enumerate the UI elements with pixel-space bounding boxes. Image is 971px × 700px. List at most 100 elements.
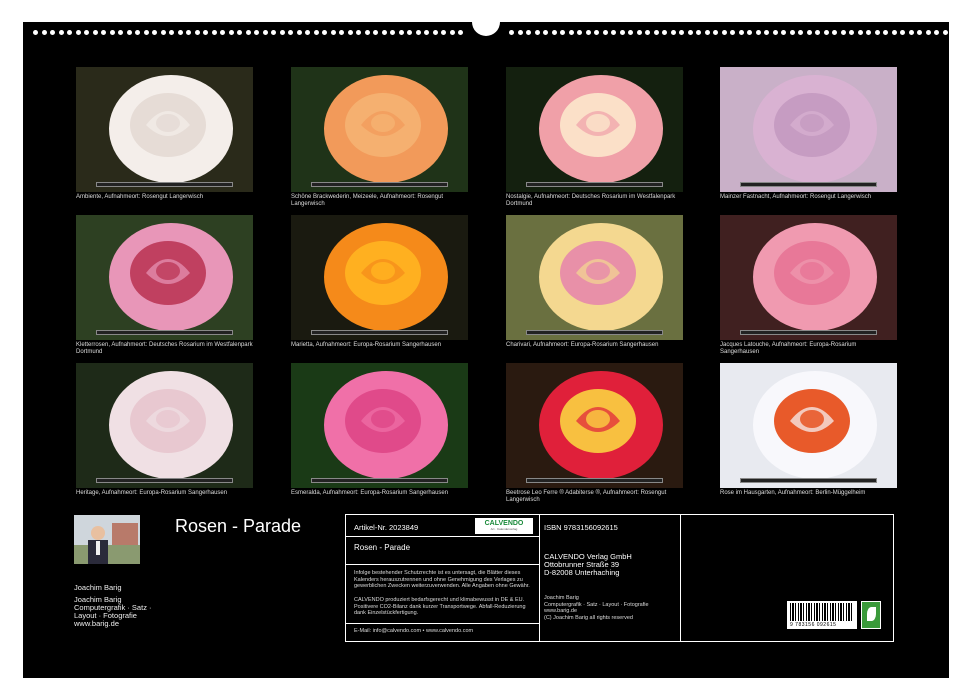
binding-hole	[602, 30, 608, 35]
binding-hole	[721, 30, 727, 35]
binding-hole	[874, 30, 880, 35]
binding-hole	[330, 30, 336, 35]
divider	[346, 536, 539, 537]
binding-hole	[194, 30, 200, 35]
binding-hole	[211, 30, 217, 35]
binding-hole	[509, 30, 514, 35]
calendar-back-sheet: Ambiente, Aufnahmeort: Rosengut Langerwi…	[23, 14, 949, 678]
logo-text: CALVENDO	[484, 520, 524, 527]
photo-caption: Schöne Brackwederin, Meizeele, Aufnahmeo…	[291, 194, 444, 207]
binding-hole	[424, 30, 429, 35]
photo-tile: Schöne Brackwederin, Meizeele, Aufnahmeo…	[291, 67, 468, 208]
binding-hole	[738, 30, 744, 35]
publisher-line: D-82008 Unterhaching	[544, 568, 620, 577]
binding-hole	[135, 30, 140, 35]
binding-hole	[764, 30, 769, 35]
divider	[346, 564, 539, 565]
rose-photo	[76, 215, 253, 340]
spiral-binding	[23, 30, 949, 38]
photo-caption: Ambiente, Aufnahmeort: Rosengut Langerwi…	[76, 194, 204, 200]
binding-hole	[857, 30, 863, 35]
logo-subtext: Art · Kalenderverlag	[490, 527, 518, 531]
author-line: www.barig.de	[74, 619, 120, 628]
binding-hole	[92, 30, 98, 35]
binding-hole	[152, 30, 157, 35]
binding-hole	[849, 30, 854, 35]
isbn-barcode: 9 783156 092615	[787, 601, 857, 629]
binding-hole	[551, 30, 557, 35]
binding-hole	[390, 30, 395, 35]
barcode-number: 9 783156 092615	[790, 622, 837, 628]
binding-hole	[704, 30, 710, 35]
photo-label-strip	[96, 478, 233, 483]
binding-hole	[407, 30, 412, 35]
binding-hole	[458, 30, 463, 35]
binding-hole	[271, 30, 276, 35]
barcode-bars	[790, 603, 854, 621]
photo-caption: Charivari, Aufnahmeort: Europa-Rosarium …	[506, 342, 659, 348]
binding-hole	[75, 30, 81, 35]
binding-hole	[101, 30, 106, 35]
credits: Joachim Barig Computergrafik · Satz · La…	[544, 595, 679, 621]
binding-hole	[594, 30, 599, 35]
binding-hole	[526, 30, 531, 35]
photo-tile: Charivari, Aufnahmeort: Europa-Rosarium …	[506, 215, 683, 349]
photo-tile: Jacques Latouche, Aufnahmeort: Europa-Ro…	[720, 215, 897, 356]
binding-hole	[517, 30, 523, 35]
binding-hole	[917, 30, 922, 35]
binding-hole	[798, 30, 803, 35]
photo-label-strip	[311, 478, 448, 483]
calvendo-logo: CALVENDO Art · Kalenderverlag	[475, 518, 533, 534]
author-photo	[74, 515, 140, 564]
binding-hole	[611, 30, 616, 35]
photo-caption: Marietta, Aufnahmeort: Europa-Rosarium S…	[291, 342, 442, 348]
photo-caption: Jacques Latouche, Aufnahmeort: Europa-Ro…	[720, 342, 857, 355]
binding-hole	[228, 30, 234, 35]
binding-hole	[220, 30, 225, 35]
binding-hole	[696, 30, 701, 35]
binding-hole	[900, 30, 905, 35]
binding-hole	[670, 30, 676, 35]
binding-hole	[662, 30, 667, 35]
contact-text: E-Mail: info@calvendo.com • www.calvendo…	[354, 628, 474, 634]
binding-hole	[296, 30, 302, 35]
photo-caption: Mainzer Fastnacht, Aufnahmeort: Rosengut…	[720, 194, 872, 200]
binding-hole	[925, 30, 931, 35]
binding-hole	[245, 30, 251, 35]
photo-tile: Mainzer Fastnacht, Aufnahmeort: Rosengut…	[720, 67, 897, 201]
binding-hole	[687, 30, 693, 35]
photo-tile: Nostalgie, Aufnahmeort: Deutsches Rosari…	[506, 67, 683, 208]
eco-leaf-icon	[861, 601, 881, 629]
binding-hole	[347, 30, 353, 35]
binding-hole	[772, 30, 778, 35]
photo-label-strip	[526, 330, 663, 335]
binding-hole	[67, 30, 72, 35]
legal-text: Infolge bestehender Schutzrechte ist es …	[354, 570, 530, 589]
binding-hole	[143, 30, 149, 35]
binding-hole	[840, 30, 846, 35]
binding-hole	[645, 30, 650, 35]
photo-label-strip	[311, 330, 448, 335]
author-block: Joachim Barig Joachim Barig Computergraf…	[74, 584, 152, 628]
binding-hole	[356, 30, 361, 35]
rose-photo	[506, 215, 683, 340]
binding-hole	[534, 30, 540, 35]
binding-hole	[713, 30, 718, 35]
binding-hole	[806, 30, 812, 35]
binding-hole	[126, 30, 132, 35]
binding-hole	[908, 30, 914, 35]
binding-hole	[381, 30, 387, 35]
info-column-publisher: ISBN 9783156092615 CALVENDO Verlag GmbH …	[540, 515, 681, 641]
binding-hole	[577, 30, 582, 35]
binding-hole	[364, 30, 370, 35]
binding-hole	[305, 30, 310, 35]
rose-photo	[76, 363, 253, 488]
photo-label-strip	[740, 182, 877, 187]
binding-hole	[432, 30, 438, 35]
rose-photo	[720, 215, 897, 340]
binding-hole	[730, 30, 735, 35]
rose-photo	[76, 67, 253, 192]
binding-hole	[41, 30, 47, 35]
binding-hole	[628, 30, 633, 35]
binding-hole	[815, 30, 820, 35]
